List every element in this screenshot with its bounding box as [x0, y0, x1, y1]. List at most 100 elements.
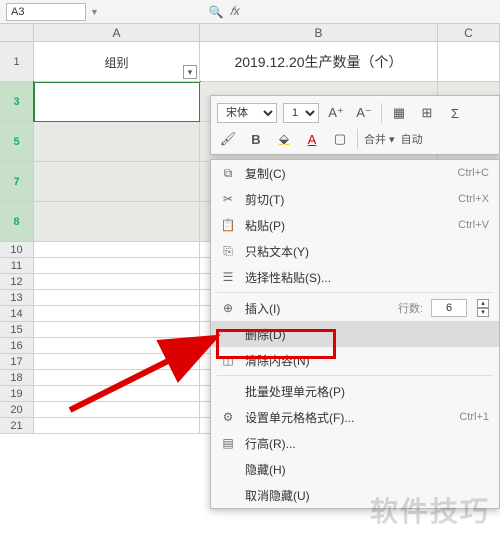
- cell-a5[interactable]: [34, 122, 200, 162]
- cell-a10[interactable]: [34, 242, 200, 258]
- menu-separator: [217, 292, 493, 293]
- row-header-17[interactable]: 17: [0, 354, 34, 370]
- col-header-b[interactable]: B: [200, 24, 438, 42]
- insert-rows-stepper[interactable]: ▴▾: [477, 299, 489, 317]
- menu-cut-shortcut: Ctrl+X: [458, 193, 489, 205]
- increase-font-icon[interactable]: A⁺: [325, 102, 347, 124]
- select-all-corner[interactable]: [0, 24, 34, 42]
- cell-a14[interactable]: [34, 306, 200, 322]
- merge-label[interactable]: 合并 ▾: [364, 131, 395, 147]
- paste-special-icon: ☰: [219, 268, 237, 286]
- menu-delete[interactable]: 删除(D): [211, 321, 499, 347]
- cell-a18[interactable]: [34, 370, 200, 386]
- font-size-select[interactable]: 12: [283, 103, 319, 123]
- menu-paste[interactable]: 📋粘贴(P)Ctrl+V: [211, 212, 499, 238]
- row-header-3[interactable]: 3: [0, 82, 34, 122]
- row-header-11[interactable]: 11: [0, 258, 34, 274]
- header-label-a: 组别: [104, 56, 128, 70]
- cell-a21[interactable]: [34, 418, 200, 434]
- menu-cut-label: 剪切(T): [245, 191, 450, 208]
- cell-a12[interactable]: [34, 274, 200, 290]
- auto-label[interactable]: 自动: [401, 131, 423, 147]
- menu-insert[interactable]: ⊕插入(I)行数:▴▾: [211, 295, 499, 321]
- menu-format-shortcut: Ctrl+1: [459, 411, 489, 423]
- menu-row-height[interactable]: ▤行高(R)...: [211, 430, 499, 456]
- formula-bar: ▼ 🔍 𝑓x: [0, 0, 500, 24]
- row-header-10[interactable]: 10: [0, 242, 34, 258]
- cell-a13[interactable]: [34, 290, 200, 306]
- cell-a20[interactable]: [34, 402, 200, 418]
- filter-icon[interactable]: ▾: [183, 65, 197, 79]
- row-header-18[interactable]: 18: [0, 370, 34, 386]
- menu-format-label: 设置单元格格式(F)...: [245, 409, 451, 426]
- row-header-7[interactable]: 7: [0, 162, 34, 202]
- menu-clear-label: 清除内容(N): [245, 352, 489, 369]
- merge-icon[interactable]: ⊞: [416, 102, 438, 124]
- row-header-12[interactable]: 12: [0, 274, 34, 290]
- fill-color-icon[interactable]: ⬙: [273, 128, 295, 150]
- bold-icon[interactable]: B: [245, 128, 267, 150]
- row-header-1[interactable]: 1: [0, 42, 34, 82]
- menu-clear[interactable]: ◫清除内容(N): [211, 347, 499, 373]
- delete-icon: [219, 325, 237, 343]
- col-header-a[interactable]: A: [34, 24, 200, 42]
- menu-paste-special-label: 选择性粘贴(S)...: [245, 269, 489, 286]
- cell-a19[interactable]: [34, 386, 200, 402]
- menu-copy[interactable]: ⧉复制(C)Ctrl+C: [211, 160, 499, 186]
- borders-icon[interactable]: ▦: [388, 102, 410, 124]
- cut-icon: ✂: [219, 190, 237, 208]
- row-header-5[interactable]: 5: [0, 122, 34, 162]
- row-header-14[interactable]: 14: [0, 306, 34, 322]
- batch-icon: [219, 382, 237, 400]
- unhide-icon: [219, 486, 237, 504]
- font-family-select[interactable]: 宋体: [217, 103, 277, 123]
- hide-icon: [219, 460, 237, 478]
- cell-a17[interactable]: [34, 354, 200, 370]
- menu-format-cells[interactable]: ⚙设置单元格格式(F)...Ctrl+1: [211, 404, 499, 430]
- name-box-dropdown-icon[interactable]: ▼: [90, 7, 99, 17]
- name-box-container: ▼: [6, 3, 99, 21]
- cell-b1[interactable]: 2019.12.20生产数量（个）: [200, 42, 438, 82]
- row-header-16[interactable]: 16: [0, 338, 34, 354]
- row-header-21[interactable]: 21: [0, 418, 34, 434]
- fx-icon[interactable]: 𝑓x: [230, 4, 240, 19]
- copy-icon: ⧉: [219, 164, 237, 182]
- menu-paste-label: 粘贴(P): [245, 217, 450, 234]
- cell-a1[interactable]: 组别 ▾: [34, 42, 200, 82]
- menu-rowheight-label: 行高(R)...: [245, 435, 489, 452]
- insert-rows-label: 行数:: [398, 300, 423, 316]
- row-header-15[interactable]: 15: [0, 322, 34, 338]
- menu-cut[interactable]: ✂ 剪切(T) Ctrl+X: [211, 186, 499, 212]
- menu-batch[interactable]: 批量处理单元格(P): [211, 378, 499, 404]
- separator: [381, 103, 382, 123]
- font-color-icon[interactable]: A: [301, 128, 323, 150]
- col-header-c[interactable]: C: [438, 24, 500, 42]
- stepper-down-icon[interactable]: ▾: [477, 308, 489, 317]
- separator: [357, 129, 358, 149]
- outer-border-icon[interactable]: ▢: [329, 128, 351, 150]
- cell-a16[interactable]: [34, 338, 200, 354]
- cell-a7[interactable]: [34, 162, 200, 202]
- menu-hide[interactable]: 隐藏(H): [211, 456, 499, 482]
- cell-a11[interactable]: [34, 258, 200, 274]
- row-header-20[interactable]: 20: [0, 402, 34, 418]
- cell-a15[interactable]: [34, 322, 200, 338]
- decrease-font-icon[interactable]: A⁻: [353, 102, 375, 124]
- cell-a8[interactable]: [34, 202, 200, 242]
- name-box-input[interactable]: [6, 3, 86, 21]
- row-header-19[interactable]: 19: [0, 386, 34, 402]
- menu-paste-special[interactable]: ☰ 选择性粘贴(S)...: [211, 264, 499, 290]
- cell-a3[interactable]: [34, 82, 200, 122]
- menu-paste-text[interactable]: ⎘只粘文本(Y): [211, 238, 499, 264]
- zoom-icon[interactable]: 🔍: [209, 5, 224, 19]
- menu-separator: [217, 375, 493, 376]
- cell-c1[interactable]: [438, 42, 500, 82]
- column-headers: A B C: [0, 24, 500, 42]
- stepper-up-icon[interactable]: ▴: [477, 299, 489, 308]
- row-header-8[interactable]: 8: [0, 202, 34, 242]
- insert-rows-input[interactable]: [431, 299, 467, 317]
- autosum-icon[interactable]: Σ: [444, 102, 466, 124]
- paste-icon: 📋: [219, 216, 237, 234]
- row-header-13[interactable]: 13: [0, 290, 34, 306]
- format-painter-icon[interactable]: 🖌: [217, 128, 239, 150]
